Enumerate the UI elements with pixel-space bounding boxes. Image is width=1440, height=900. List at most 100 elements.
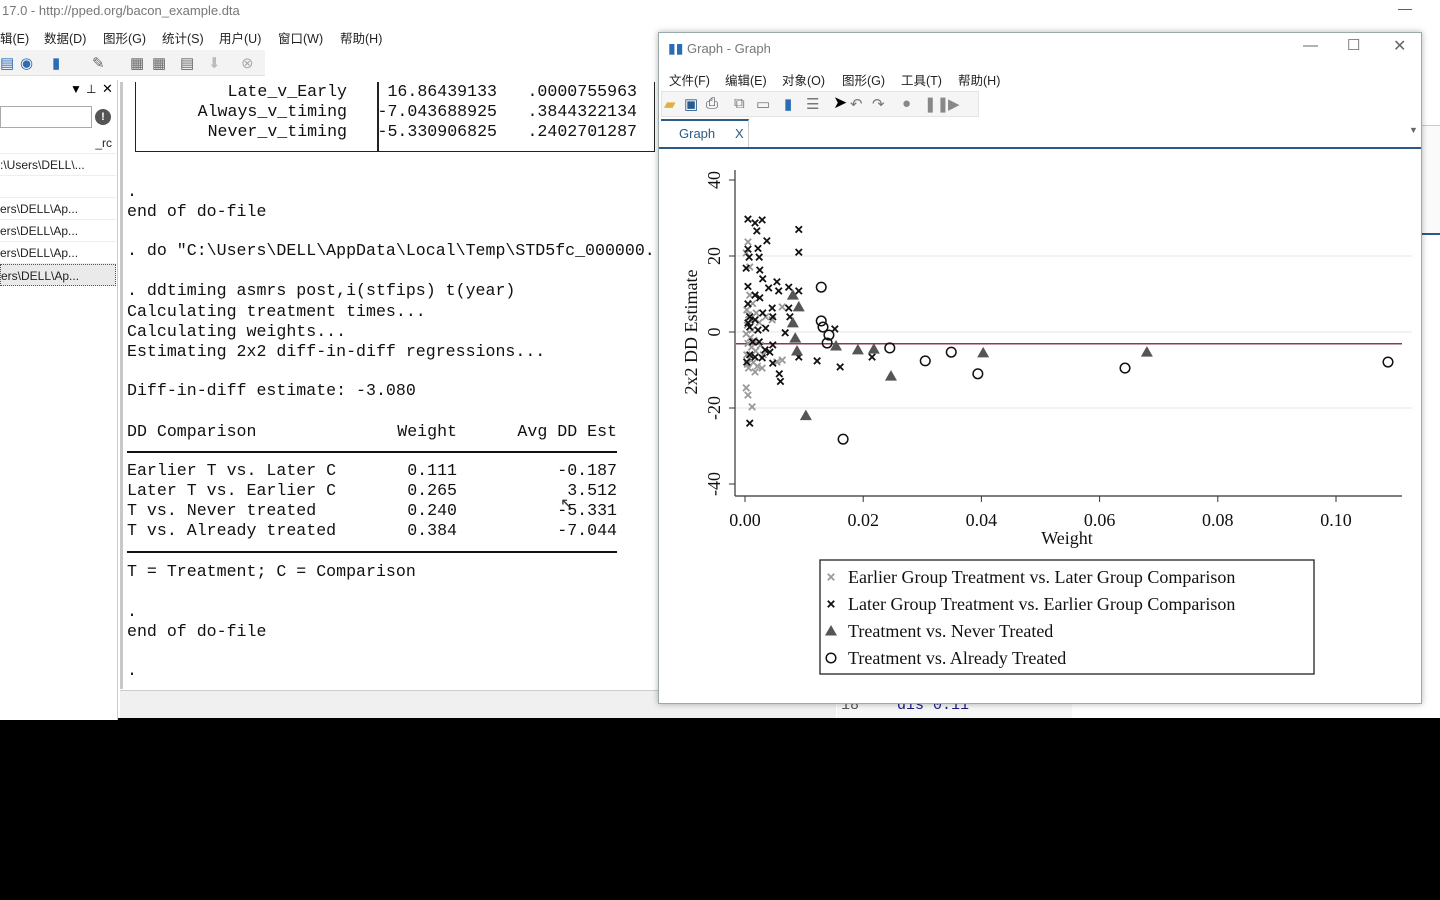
- later-vs-earlier-point: [836, 363, 844, 371]
- more-icon[interactable]: ⬇: [208, 54, 221, 72]
- minimize-icon[interactable]: —: [1303, 37, 1318, 54]
- earlier-vs-later-point: [744, 238, 752, 246]
- pause-icon[interactable]: ❚❚: [924, 95, 949, 113]
- editor-icon[interactable]: ▤: [0, 54, 14, 72]
- history-item[interactable]: [0, 176, 116, 198]
- x-tick-label: 0.08: [1202, 510, 1234, 530]
- already-treated-point: [972, 368, 984, 380]
- output-line: .: [127, 602, 137, 621]
- later-vs-earlier-point: [755, 266, 764, 274]
- scatter-chart: -40 -20 0 20 40 0.00 0.02 0.04 0.06 0.08 0.10 Weigh…: [681, 170, 1412, 675]
- menu-window[interactable]: 窗口(W): [278, 28, 323, 47]
- later-vs-earlier-point: [794, 248, 803, 257]
- graph-editor-icon[interactable]: ▮: [784, 95, 792, 113]
- open-icon[interactable]: ▰: [664, 95, 676, 113]
- data-browser-icon[interactable]: ▦: [152, 54, 166, 72]
- graph-icon[interactable]: ▮: [52, 54, 60, 72]
- history-search-input[interactable]: [0, 106, 92, 128]
- legend-label: Treatment vs. Never Treated: [848, 621, 1053, 641]
- later-vs-earlier-point: [764, 284, 773, 292]
- menu-graphics[interactable]: 图形(G): [103, 28, 146, 47]
- menu-user[interactable]: 用户(U): [219, 28, 261, 47]
- graph-menu-help[interactable]: 帮助(H): [958, 70, 1000, 89]
- rc-column-header[interactable]: _rc: [0, 132, 116, 154]
- menu-statistics[interactable]: 统计(S): [162, 28, 204, 47]
- command-line: . do "C:\Users\DELL\AppData\Local\Temp\S…: [127, 241, 655, 260]
- do-file-editor-icon[interactable]: ✎: [92, 54, 105, 72]
- output-line: Calculating weights...: [127, 322, 347, 341]
- legend-label: Treatment vs. Already Treated: [848, 648, 1066, 668]
- later-vs-earlier-point: [751, 219, 759, 227]
- graph-toolbar: ▰ ▣ ⎙ ⧉ ▭ ▮ ☰ ↶ ↷ ● ❚❚ ▶: [661, 91, 979, 117]
- already-treated-point: [1382, 356, 1394, 368]
- output-line: end of do-file: [127, 622, 267, 641]
- history-item[interactable]: ers\DELL\Ap...: [0, 242, 116, 264]
- output-line: Estimating 2x2 diff-in-diff regressions.…: [127, 342, 546, 361]
- minimize-icon[interactable]: —: [1398, 0, 1412, 16]
- menu-data[interactable]: 数据(D): [44, 28, 86, 47]
- maximize-icon[interactable]: ☐: [1347, 36, 1360, 54]
- graph-menu-tools[interactable]: 工具(T): [901, 70, 942, 89]
- dd-estimate-line: Diff-in-diff estimate: -3.080: [127, 381, 416, 400]
- viewer-icon[interactable]: ◉: [20, 54, 33, 72]
- play-icon[interactable]: ▶: [948, 95, 960, 113]
- graph-menu-graph[interactable]: 图形(G): [842, 70, 885, 89]
- history-item-selected[interactable]: ers\DELL\Ap...: [0, 264, 116, 286]
- properties-icon[interactable]: ☰: [806, 95, 819, 113]
- graph-menu-file[interactable]: 文件(F): [669, 70, 710, 89]
- later-vs-earlier-point: [775, 369, 784, 378]
- graph-window-title: Graph - Graph: [687, 41, 771, 56]
- x-axis-label: Weight: [1041, 528, 1093, 548]
- history-item[interactable]: ers\DELL\Ap...: [0, 198, 116, 220]
- window-title: 17.0 - http://pped.org/bacon_example.dta: [2, 3, 240, 18]
- save-icon[interactable]: ▣: [684, 95, 698, 113]
- variables-manager-icon[interactable]: ▤: [180, 54, 194, 72]
- alert-icon[interactable]: !: [95, 109, 111, 125]
- table-cell: 0.111: [407, 461, 457, 480]
- table-cell: Later T vs. Earlier C: [127, 481, 337, 500]
- earlier-vs-later-point: [742, 384, 751, 392]
- never-treated-point: [1140, 346, 1153, 357]
- graph-menu-object[interactable]: 对象(O): [782, 70, 825, 89]
- later-vs-earlier-point: [794, 225, 803, 234]
- output-line: end of do-file: [127, 202, 267, 221]
- close-icon[interactable]: ✕: [1393, 36, 1406, 56]
- output-line: .: [127, 661, 137, 680]
- later-vs-earlier-point: [758, 274, 767, 283]
- record-icon[interactable]: ●: [902, 95, 911, 112]
- later-vs-earlier-point: [784, 283, 793, 291]
- tab-close-icon[interactable]: X: [735, 126, 744, 141]
- history-item[interactable]: ers\DELL\Ap...: [0, 220, 116, 242]
- x-tick-label: 0.06: [1084, 510, 1116, 530]
- close-icon[interactable]: ✕: [102, 81, 113, 97]
- divider: [127, 451, 617, 453]
- print-icon[interactable]: ⎙: [706, 95, 718, 112]
- menu-edit[interactable]: 辑(E): [0, 28, 29, 47]
- tab-dropdown-icon[interactable]: ▼: [1409, 125, 1418, 135]
- redo-icon[interactable]: ↷: [872, 95, 885, 113]
- undo-icon[interactable]: ↶: [850, 95, 863, 113]
- never-treated-point: [792, 300, 805, 312]
- graph-menu-edit[interactable]: 编辑(E): [725, 70, 767, 89]
- menu-help[interactable]: 帮助(H): [340, 28, 382, 47]
- copy-icon[interactable]: ⧉: [734, 95, 745, 112]
- later-vs-earlier-point: [744, 215, 752, 223]
- filter-icon[interactable]: ▼: [70, 82, 82, 96]
- rename-icon[interactable]: ▭: [756, 95, 770, 113]
- pin-icon[interactable]: ⊥: [86, 82, 96, 96]
- never-treated-point: [791, 345, 804, 356]
- y-axis-label: 2x2 DD Estimate: [681, 270, 701, 395]
- never-treated-point: [884, 370, 897, 381]
- table-cell: -7.043688925: [377, 102, 498, 121]
- later-vs-earlier-point: [745, 419, 754, 428]
- y-tick-label: 40: [704, 171, 724, 189]
- table-cell: .2402701287: [527, 122, 637, 141]
- table-cell: -7.044: [557, 521, 617, 540]
- tab-graph[interactable]: Graph X: [661, 119, 749, 147]
- history-item[interactable]: :\Users\DELL\...: [0, 154, 116, 176]
- y-tick-label: 20: [704, 247, 724, 265]
- already-treated-point: [837, 433, 849, 445]
- data-editor-icon[interactable]: ▦: [130, 54, 144, 72]
- break-icon[interactable]: ⊗: [241, 54, 254, 72]
- x-tick-label: 0.02: [847, 510, 879, 530]
